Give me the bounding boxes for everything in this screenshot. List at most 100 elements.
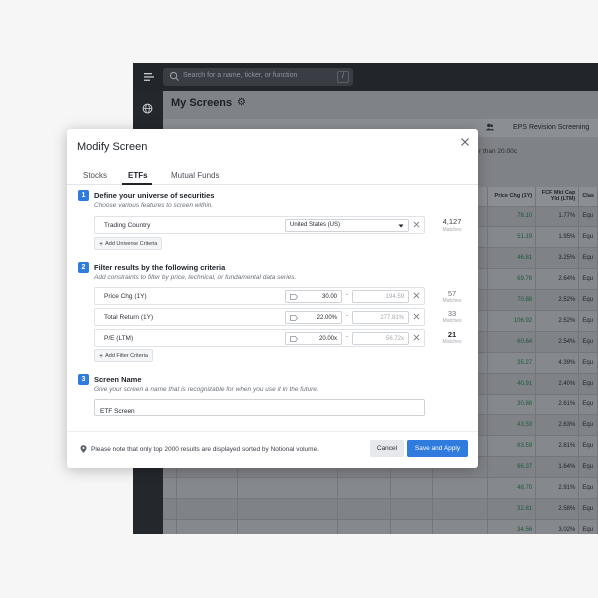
- fcf-yield-cell: 2.54%: [535, 330, 580, 353]
- price-chg-cell: 32.81: [487, 497, 537, 520]
- match-label: Matches: [442, 318, 462, 324]
- class-cell: Equ: [578, 456, 598, 478]
- match-label: Matches: [442, 298, 462, 304]
- tab-stocks[interactable]: Stocks: [83, 171, 107, 180]
- price-chg-cell: 69.76: [487, 268, 537, 290]
- class-cell: Equ: [578, 226, 598, 248]
- class-cell: Equ: [578, 247, 598, 269]
- remove-criteria-icon[interactable]: [413, 221, 420, 228]
- table-cell: [163, 518, 177, 534]
- min-value-input[interactable]: 30.00: [285, 290, 342, 303]
- fcf-yield-cell: 1.77%: [535, 205, 580, 227]
- top-bar: Search for a name, ticker, or function /: [133, 63, 598, 91]
- section-title: Filter results by the following criteria: [94, 263, 226, 272]
- modify-screen-dialog: Modify Screen Stocks ETFs Mutual Funds 1…: [67, 129, 478, 468]
- fcf-yield-cell: 1.64%: [535, 456, 580, 478]
- price-chg-cell: 48.70: [487, 477, 537, 499]
- security-type-tabs: Stocks ETFs Mutual Funds: [67, 167, 478, 185]
- fcf-yield-cell: 2.81%: [535, 435, 580, 457]
- price-chg-cell: 40.91: [487, 372, 537, 395]
- criteria-label: Trading Country: [104, 222, 151, 229]
- add-universe-criteria-button[interactable]: + Add Universe Criteria: [94, 237, 163, 250]
- screen-name-field[interactable]: [94, 399, 425, 419]
- menu-icon[interactable]: [143, 71, 155, 83]
- range-dash: -: [346, 313, 348, 319]
- price-chg-cell: 106.92: [487, 309, 537, 332]
- match-label: Matches: [442, 227, 462, 233]
- max-value-input[interactable]: 277.81%: [352, 311, 409, 324]
- global-search[interactable]: Search for a name, ticker, or function /: [163, 68, 353, 86]
- location-pin-icon: [80, 445, 87, 453]
- save-and-apply-button[interactable]: Save and Apply: [407, 440, 468, 457]
- class-cell: Equ: [578, 414, 598, 436]
- table-cell: [390, 497, 433, 520]
- price-chg-cell: 60.64: [487, 330, 537, 353]
- screen-name-input[interactable]: [95, 404, 424, 419]
- min-value-input[interactable]: 22.00%: [285, 311, 342, 324]
- section-description: Give your screen a name that is recogniz…: [94, 386, 319, 393]
- fcf-yield-cell: 4.39%: [535, 351, 580, 374]
- fcf-yield-cell: 3.02%: [535, 518, 580, 534]
- section-title: Define your universe of securities: [94, 191, 215, 200]
- price-chg-cell: 63.59: [487, 435, 537, 457]
- section-description: Add constraints to filter by price, tech…: [94, 274, 297, 281]
- max-value-input[interactable]: 194.59: [352, 290, 409, 303]
- criteria-label: Total Return (1Y): [104, 314, 154, 321]
- people-icon[interactable]: [485, 122, 495, 132]
- tab-etfs[interactable]: ETFs: [128, 171, 148, 180]
- class-cell: Equ: [578, 372, 598, 395]
- tag-icon: [290, 294, 298, 300]
- remove-criteria-icon[interactable]: [413, 334, 420, 341]
- class-cell: Equ: [578, 309, 598, 332]
- class-cell: Equ: [578, 477, 598, 499]
- fcf-yield-cell: 2.63%: [535, 414, 580, 436]
- cancel-button[interactable]: Cancel: [370, 440, 404, 457]
- table-cell: [337, 477, 392, 499]
- close-icon[interactable]: [460, 137, 470, 147]
- column-header[interactable]: Clas: [578, 187, 598, 206]
- fcf-yield-cell: 2.64%: [535, 268, 580, 290]
- class-cell: Equ: [578, 435, 598, 457]
- table-cell: [390, 518, 433, 534]
- match-label: Matches: [442, 339, 462, 345]
- fcf-yield-cell: 1.95%: [535, 226, 580, 248]
- gear-icon[interactable]: ⚙: [237, 98, 247, 108]
- add-filter-criteria-button[interactable]: + Add Filter Criteria: [94, 349, 153, 362]
- remove-criteria-icon[interactable]: [413, 313, 420, 320]
- results-note: Please note that only top 2000 results a…: [91, 446, 319, 453]
- min-value-input[interactable]: 20.00x: [285, 332, 342, 345]
- table-cell: [176, 518, 238, 534]
- globe-icon[interactable]: [142, 103, 153, 114]
- max-value-input[interactable]: 56.72x: [352, 332, 409, 345]
- section-title: Screen Name: [94, 375, 142, 384]
- table-row[interactable]: 48.70 2.91% Equ: [163, 477, 598, 499]
- country-select[interactable]: United States (US): [285, 219, 409, 232]
- column-header[interactable]: FCF Mkt Cap Yld (LTM): [535, 187, 580, 206]
- price-chg-cell: 43.53: [487, 414, 537, 436]
- fcf-yield-cell: 2.61%: [535, 393, 580, 415]
- remove-criteria-icon[interactable]: [413, 292, 420, 299]
- price-chg-cell: 66.37: [487, 456, 537, 478]
- column-header[interactable]: Price Chg (1Y): [487, 187, 537, 206]
- fcf-yield-cell: 2.52%: [535, 309, 580, 332]
- range-dash: -: [346, 334, 348, 340]
- selected-country: United States (US): [290, 222, 341, 228]
- table-cell: [432, 518, 489, 534]
- filter-summary: r than 20.00c: [479, 148, 517, 155]
- plus-icon: +: [99, 240, 104, 248]
- max-value: 56.72x: [385, 336, 404, 342]
- match-count: 21: [447, 330, 457, 339]
- match-count: 33: [447, 309, 457, 318]
- tab-mutual-funds[interactable]: Mutual Funds: [171, 171, 219, 180]
- table-row[interactable]: 32.81 2.58% Equ: [163, 497, 598, 520]
- search-icon: [169, 71, 180, 82]
- fcf-yield-cell: 2.91%: [535, 477, 580, 499]
- table-cell: [176, 477, 238, 499]
- footer-divider: [67, 431, 478, 432]
- criteria-label: Price Chg (1Y): [104, 293, 147, 300]
- price-chg-cell: 46.81: [487, 247, 537, 269]
- price-chg-cell: 34.56: [487, 518, 537, 534]
- class-cell: Equ: [578, 393, 598, 415]
- tab-eps-revision[interactable]: EPS Revision Screening: [513, 124, 589, 131]
- table-row[interactable]: 34.56 3.02% Equ: [163, 518, 598, 534]
